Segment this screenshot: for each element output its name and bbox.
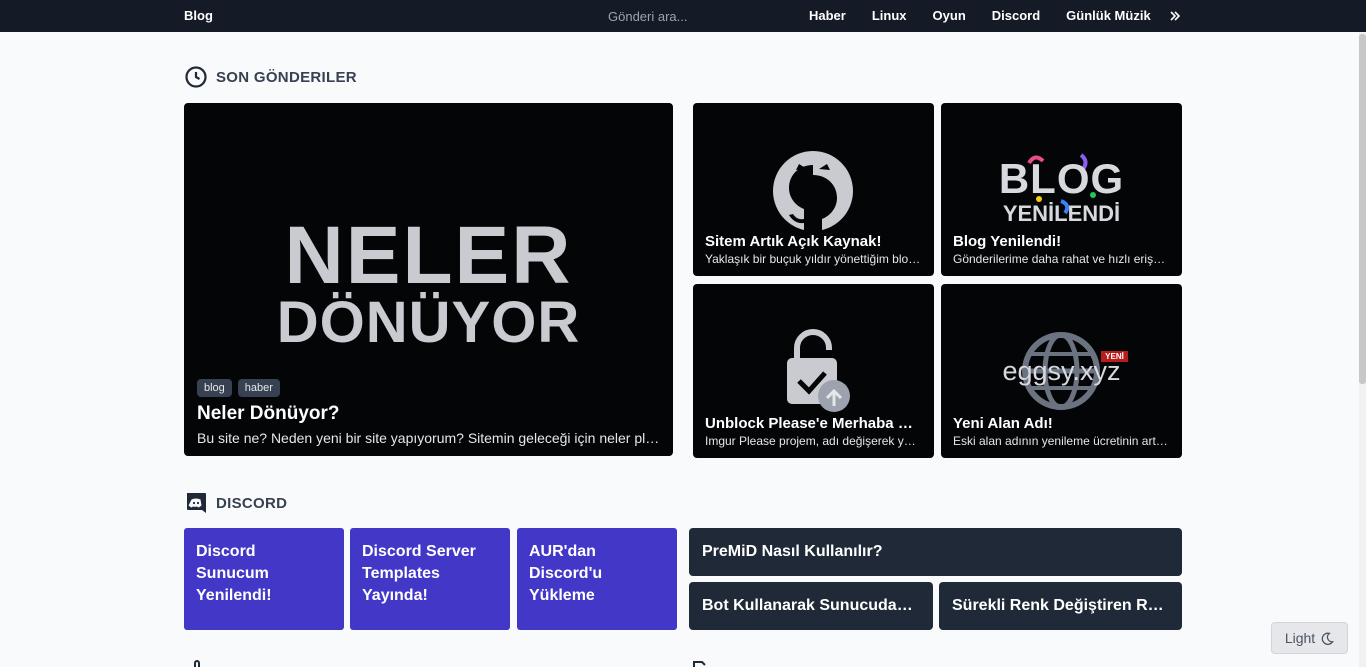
post-desc: Yaklaşık bir buçuk yıldır yönettiğim blo… — [705, 252, 922, 266]
search-input[interactable] — [598, 4, 778, 28]
nav-link-oyun[interactable]: Oyun — [933, 8, 966, 23]
nav-link-haber[interactable]: Haber — [809, 8, 846, 23]
post-desc: Imgur Please projem, adı değişerek yenid… — [705, 434, 922, 448]
post-overlay: Sitem Artık Açık Kaynak! Yaklaşık bir bu… — [693, 233, 934, 276]
post-desc: Eski alan adının yenileme ücretinin artm… — [953, 434, 1170, 448]
card-title: PreMiD Nasıl Kullanılır? — [702, 543, 883, 560]
post-title: Blog Yenilendi! — [953, 233, 1062, 250]
clock-icon — [185, 66, 207, 88]
discord-card-server-templates[interactable]: Discord Server Templates Yayında! — [350, 528, 510, 630]
discord-card-sunucum-yenilendi[interactable]: Discord Sunucum Yenilendi! — [184, 528, 344, 630]
post-overlay: Blog Yenilendi! Gönderilerime daha rahat… — [941, 233, 1182, 276]
brand-link[interactable]: Blog — [184, 8, 213, 23]
nav-link-linux[interactable]: Linux — [872, 8, 907, 23]
post-overlay: Yeni Alan Adı! Eski alan adının yenileme… — [941, 415, 1182, 458]
nav-links: Haber Linux Oyun Discord Günlük Müzik — [809, 8, 1177, 23]
discord-card-bot-kanallar[interactable]: Bot Kullanarak Sunucudaki Kanalları Yöne… — [689, 582, 933, 630]
page-scrollbar[interactable] — [1359, 32, 1366, 667]
discord-section-label: DISCORD — [216, 494, 288, 512]
scrollbar-thumb[interactable] — [1359, 34, 1366, 384]
nav-link-gunluk-muzik[interactable]: Günlük Müzik — [1066, 8, 1151, 23]
discord-section-title: DISCORD — [184, 491, 287, 515]
post-title: Sitem Artık Açık Kaynak! — [705, 233, 882, 250]
discord-card-aur-discord[interactable]: AUR'dan Discord'u Yükleme — [517, 528, 677, 630]
post-desc: Gönderilerime daha rahat ve hızlı erişeb… — [953, 252, 1170, 266]
next-section-icon-2 — [693, 661, 706, 667]
card-title: Sürekli Renk Değiştiren Rol Yapımı — [952, 597, 1169, 614]
post-card-acik-kaynak[interactable]: Sitem Artık Açık Kaynak! Yaklaşık bir bu… — [693, 103, 934, 276]
moon-icon — [1321, 632, 1335, 645]
top-navbar: Blog Haber Linux Oyun Discord Günlük Müz… — [0, 0, 1366, 32]
featured-tags: blog haber — [197, 379, 661, 397]
card-title: Bot Kullanarak Sunucudaki Kanalları Yöne… — [702, 597, 920, 614]
domain-image-text: eggsy.xyz — [1002, 356, 1121, 386]
theme-toggle-button[interactable]: Light — [1271, 622, 1348, 654]
discord-icon — [187, 493, 206, 513]
chevrons-right-icon[interactable] — [1168, 6, 1184, 24]
post-title: Yeni Alan Adı! — [953, 415, 1053, 432]
post-overlay: Unblock Please'e Merhaba Deyin! Imgur Pl… — [693, 415, 934, 458]
blog-image-text-2: YENİLENDİ — [1002, 201, 1121, 226]
featured-post-title: Neler Dönüyor? — [197, 403, 340, 424]
featured-post-card[interactable]: NELER DÖNÜYOR blog haber Neler Dönüyor? … — [184, 103, 673, 456]
recent-section-title: SON GÖNDERILER — [184, 65, 357, 89]
tag-haber[interactable]: haber — [237, 379, 280, 397]
nav-link-discord[interactable]: Discord — [992, 8, 1040, 23]
post-card-blog-yenilendi[interactable]: BLOG YENİLENDİ Blog Yenilendi! Gönderile… — [941, 103, 1182, 276]
next-section-icon — [194, 660, 200, 667]
theme-toggle-label: Light — [1284, 630, 1316, 646]
blog-image-text-1: BLOG — [998, 155, 1125, 202]
post-card-unblock-please[interactable]: Unblock Please'e Merhaba Deyin! Imgur Pl… — [693, 284, 934, 458]
post-card-yeni-alan-adi[interactable]: YENİ eggsy.xyz Yeni Alan Adı! Eski alan … — [941, 284, 1182, 458]
featured-post-overlay: blog haber Neler Dönüyor? Bu site ne? Ne… — [184, 379, 673, 456]
discord-card-premid[interactable]: PreMiD Nasıl Kullanılır? — [689, 528, 1182, 576]
recent-section-label: SON GÖNDERILER — [216, 68, 357, 86]
tag-blog[interactable]: blog — [197, 379, 232, 397]
discord-card-renk-rol[interactable]: Sürekli Renk Değiştiren Rol Yapımı — [939, 582, 1182, 630]
featured-image-text-2: DÖNÜYOR — [276, 290, 581, 355]
featured-post-desc: Bu site ne? Neden yeni bir site yapıyoru… — [197, 430, 661, 446]
post-title: Unblock Please'e Merhaba Deyin! — [705, 415, 922, 432]
